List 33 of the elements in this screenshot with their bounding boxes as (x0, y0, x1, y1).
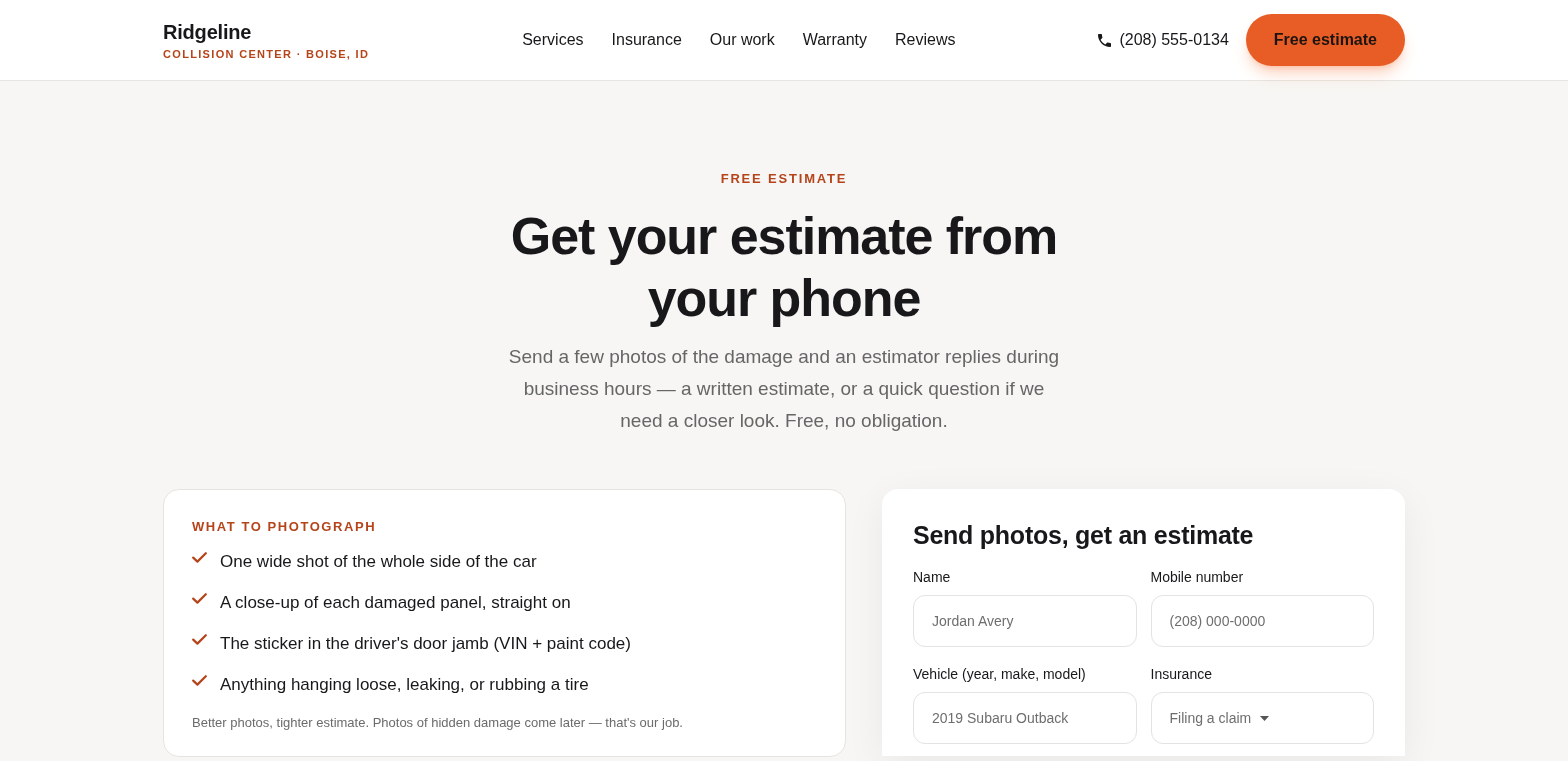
check-icon (192, 634, 207, 645)
brand-name: Ridgeline (163, 19, 253, 44)
phone-icon (1098, 33, 1112, 47)
checklist-item: Anything hanging loose, leaking, or rubbing a tire (220, 674, 589, 696)
dropdown-field[interactable]: Filing a claim (1150, 692, 1374, 744)
checklist-item: A close-up of each damaged panel, straight on (220, 592, 571, 614)
field-label: Mobile number (1150, 568, 1245, 586)
field-label: Vehicle (year, make, model) (913, 665, 1087, 683)
section-eyebrow: FREE ESTIMATE (720, 171, 848, 187)
nav-link[interactable]: Warranty (802, 28, 867, 52)
page-heading: Get your estimate from your phone (509, 206, 1059, 329)
brand-tagline: COLLISION CENTER · BOISE, ID (163, 46, 370, 61)
check-icon (192, 675, 207, 686)
nav-link[interactable]: Services (522, 28, 584, 52)
field-label: Insurance (1150, 665, 1213, 683)
checklist-note: Better photos, tighter estimate. Photos of hidden damage come later — that's our job. (192, 714, 684, 732)
caret-icon (1260, 715, 1270, 721)
nav-link[interactable]: Our work (709, 28, 775, 52)
nav-link[interactable]: Insurance (611, 28, 682, 52)
text-field[interactable]: 2019 Subaru Outback (913, 692, 1137, 744)
nav-link[interactable]: Reviews (895, 28, 956, 52)
phone-link[interactable]: (208) 555-0134 (1098, 28, 1229, 52)
free-estimate-button[interactable]: Free estimate (1245, 14, 1405, 66)
form-heading: Send photos, get an estimate (913, 520, 1255, 551)
check-icon (192, 593, 207, 604)
field-label: Name (913, 568, 952, 586)
text-field[interactable]: Jordan Avery (913, 595, 1137, 647)
checklist-heading: WHAT TO PHOTOGRAPH (192, 518, 378, 536)
check-icon (192, 552, 207, 563)
checklist-item: One wide shot of the whole side of the car (220, 551, 537, 573)
text-field[interactable]: (208) 000-0000 (1150, 595, 1374, 647)
checklist-item: The sticker in the driver's door jamb (VIN + paint code) (220, 633, 631, 655)
intro-paragraph: Send a few photos of the damage and an estimator replies during business hours — a written estimate, or a quick question if we need a closer look. Free, no obligation. (507, 345, 1061, 433)
